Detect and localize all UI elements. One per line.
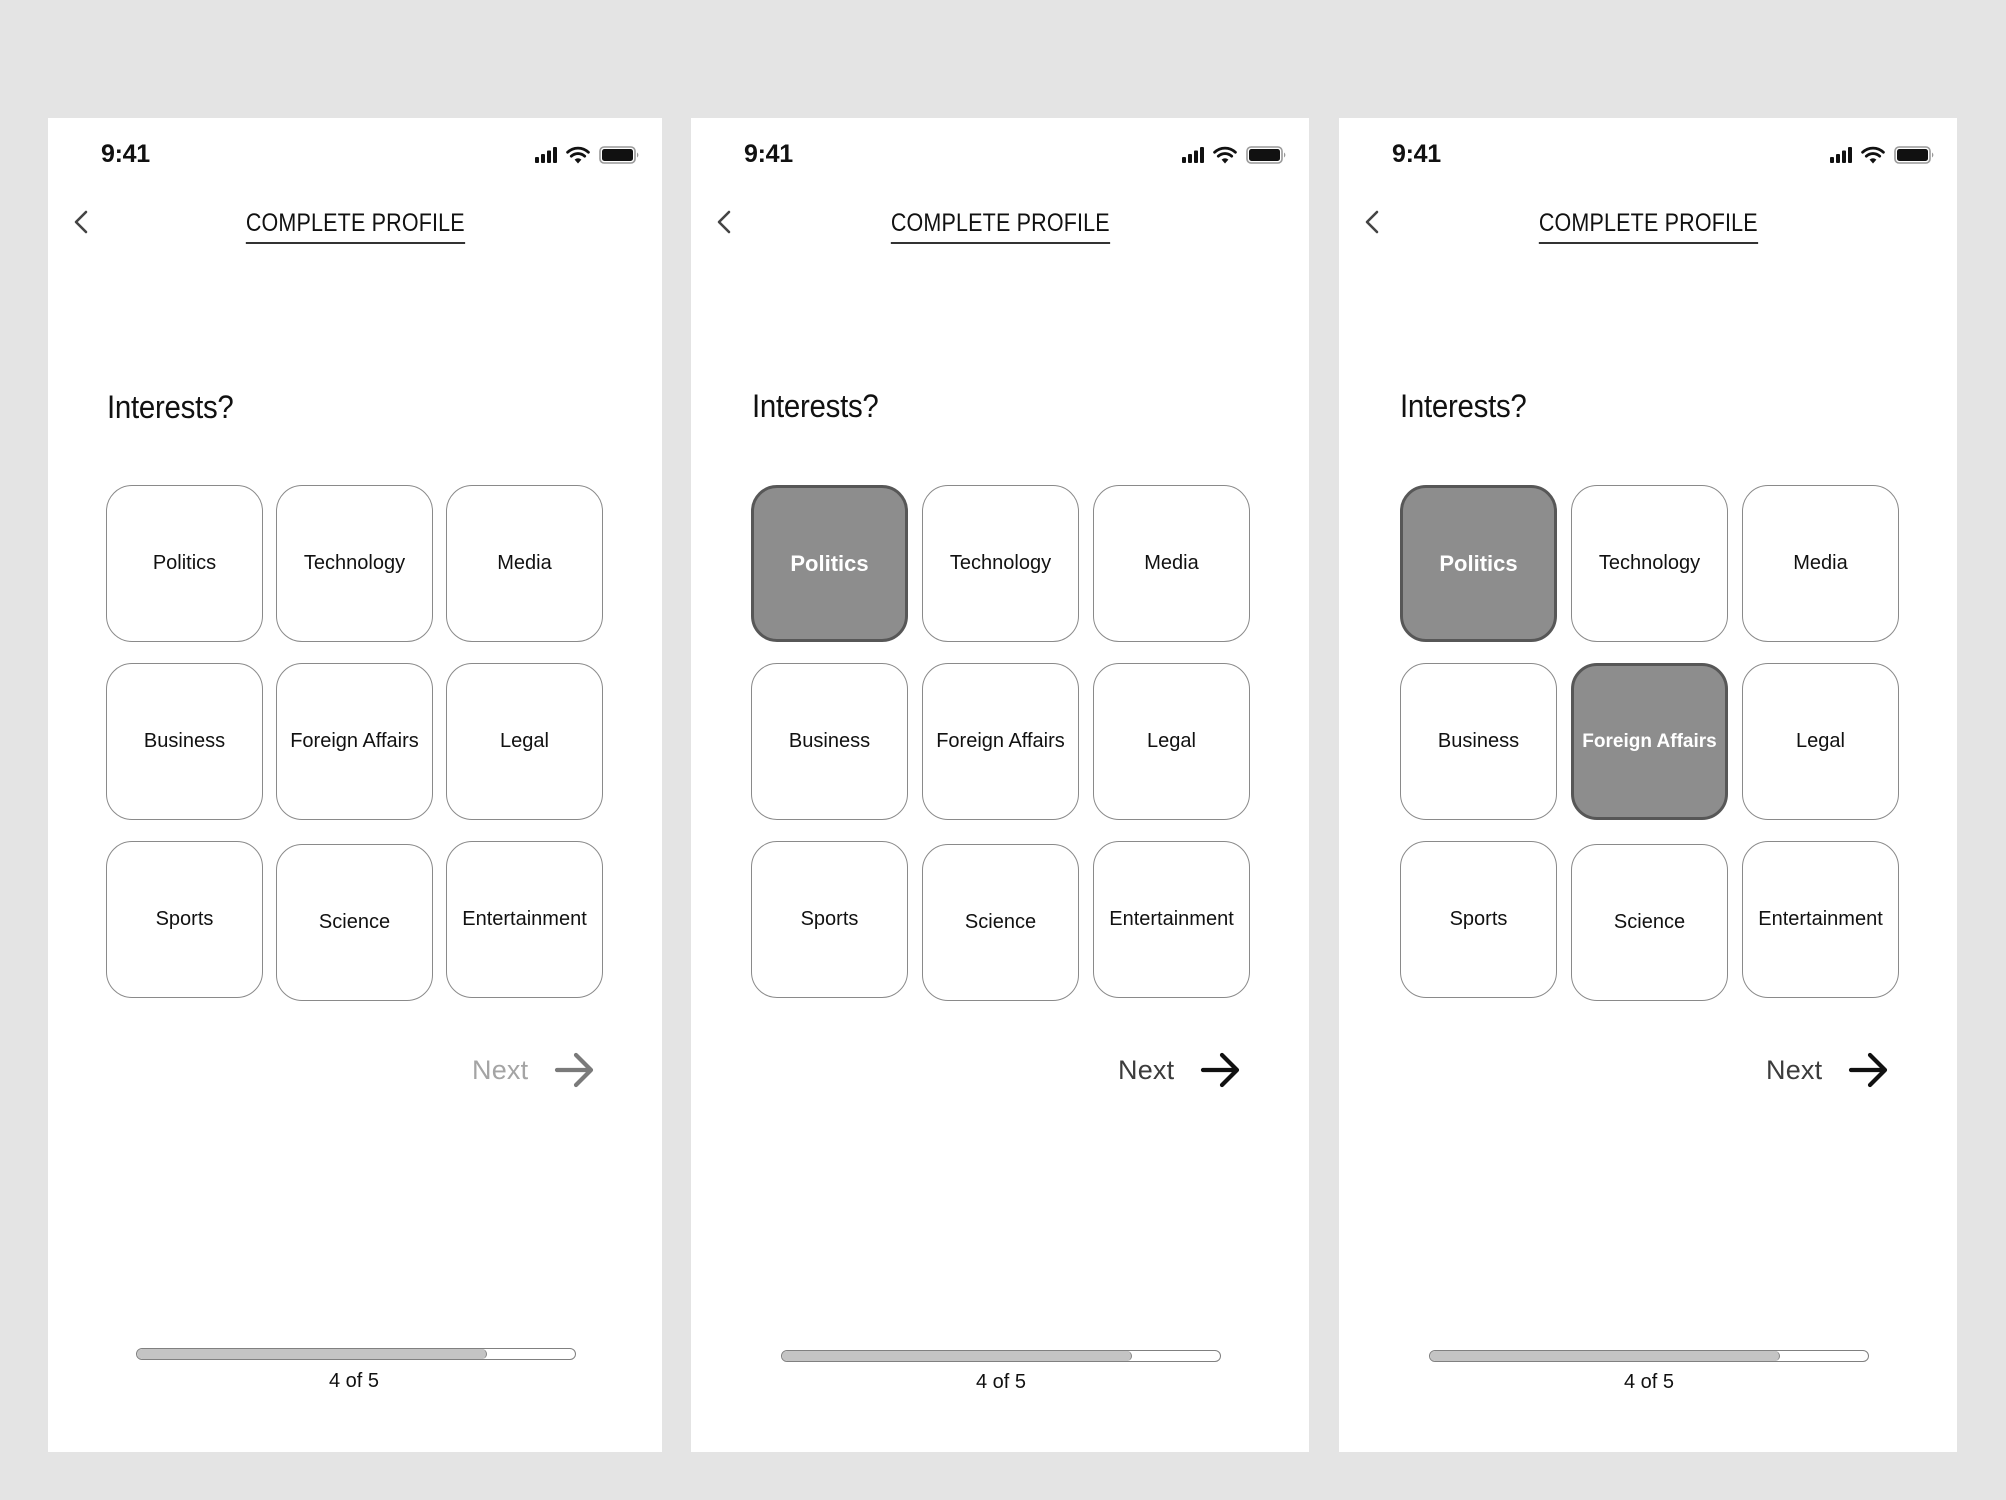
- page-title: COMPLETE PROFILE: [890, 210, 1110, 244]
- next-button[interactable]: Next: [1766, 1050, 1890, 1090]
- interest-option-technology[interactable]: Technology: [1571, 485, 1728, 642]
- interest-option-legal[interactable]: Legal: [1742, 663, 1899, 820]
- page-title-wrap: COMPLETE PROFILE: [691, 210, 1309, 244]
- next-button[interactable]: Next: [1118, 1050, 1242, 1090]
- battery-icon: [1894, 146, 1934, 164]
- interest-option-science[interactable]: Science: [922, 844, 1079, 1001]
- interest-option-technology[interactable]: Technology: [922, 485, 1079, 642]
- page-title-wrap: COMPLETE PROFILE: [48, 210, 662, 244]
- arrow-right-icon: [1201, 1052, 1240, 1088]
- battery-icon: [599, 146, 639, 164]
- interest-option-media[interactable]: Media: [1742, 485, 1899, 642]
- interest-option-legal[interactable]: Legal: [1093, 663, 1250, 820]
- interest-option-foreign-affairs[interactable]: Foreign Affairs: [276, 663, 433, 820]
- progress-label: 4 of 5: [1623, 1371, 1675, 1393]
- progress-bar: [1429, 1350, 1869, 1362]
- status-icons: [1830, 146, 1935, 164]
- wifi-icon: [1861, 146, 1885, 164]
- interest-option-science[interactable]: Science: [276, 844, 433, 1001]
- interest-option-technology[interactable]: Technology: [276, 485, 433, 642]
- signal-icon: [1182, 147, 1204, 163]
- status-time: 9:41: [744, 140, 793, 168]
- arrow-right-icon: [555, 1052, 594, 1088]
- progress-label: 4 of 5: [975, 1371, 1027, 1393]
- question-heading: Interests?: [107, 389, 234, 425]
- status-time: 9:41: [1392, 140, 1441, 168]
- next-label: Next: [472, 1054, 529, 1085]
- phone-screen-3: 9:41 COMPLETE PROFILE Interests? Politic…: [1339, 118, 1957, 1452]
- interest-option-entertainment[interactable]: Entertainment: [1093, 841, 1250, 998]
- interest-option-media[interactable]: Media: [1093, 485, 1250, 642]
- progress-fill: [782, 1351, 1133, 1361]
- interest-option-legal[interactable]: Legal: [446, 663, 603, 820]
- phone-screen-2: 9:41 COMPLETE PROFILE Interests? Politic…: [691, 118, 1309, 1452]
- interest-option-media[interactable]: Media: [446, 485, 603, 642]
- interest-option-sports[interactable]: Sports: [1400, 841, 1557, 998]
- interest-option-science[interactable]: Science: [1571, 844, 1728, 1001]
- signal-icon: [535, 147, 557, 163]
- next-button[interactable]: Next: [472, 1050, 596, 1090]
- page-title: COMPLETE PROFILE: [1538, 210, 1758, 244]
- phone-screen-1: 9:41 COMPLETE PROFILE Interests? Politic…: [48, 118, 662, 1452]
- question-heading: Interests?: [1400, 388, 1527, 424]
- interest-grid: Politics Technology Media Business Foreign A…: [1400, 485, 1899, 1001]
- interest-option-business[interactable]: Business: [106, 663, 263, 820]
- interest-grid: Politics Technology Media Business Foreign A…: [751, 485, 1250, 1001]
- interest-option-politics[interactable]: Politics: [1400, 485, 1557, 642]
- interest-option-foreign-affairs[interactable]: Foreign Affairs: [1571, 663, 1728, 820]
- interest-option-entertainment[interactable]: Entertainment: [1742, 841, 1899, 998]
- interest-option-politics[interactable]: Politics: [106, 485, 263, 642]
- page-title: COMPLETE PROFILE: [245, 210, 465, 244]
- next-label: Next: [1766, 1054, 1823, 1085]
- interest-option-politics[interactable]: Politics: [751, 485, 908, 642]
- battery-icon: [1246, 146, 1286, 164]
- interest-option-business[interactable]: Business: [1400, 663, 1557, 820]
- wifi-icon: [566, 146, 590, 164]
- interest-option-sports[interactable]: Sports: [751, 841, 908, 998]
- progress-label: 4 of 5: [328, 1370, 380, 1392]
- page-title-wrap: COMPLETE PROFILE: [1339, 210, 1957, 244]
- question-heading: Interests?: [752, 388, 879, 424]
- interest-grid: Politics Technology Media Business Foreign A…: [106, 485, 603, 1001]
- progress-bar: [136, 1348, 576, 1360]
- progress-bar: [781, 1350, 1221, 1362]
- next-label: Next: [1118, 1054, 1175, 1085]
- interest-option-sports[interactable]: Sports: [106, 841, 263, 998]
- status-icons: [1182, 146, 1287, 164]
- wifi-icon: [1213, 146, 1237, 164]
- status-icons: [535, 146, 640, 164]
- progress-fill: [137, 1349, 488, 1359]
- progress-fill: [1430, 1351, 1781, 1361]
- arrow-right-icon: [1849, 1052, 1888, 1088]
- signal-icon: [1830, 147, 1852, 163]
- interest-option-business[interactable]: Business: [751, 663, 908, 820]
- interest-option-foreign-affairs[interactable]: Foreign Affairs: [922, 663, 1079, 820]
- status-time: 9:41: [101, 140, 150, 168]
- interest-option-entertainment[interactable]: Entertainment: [446, 841, 603, 998]
